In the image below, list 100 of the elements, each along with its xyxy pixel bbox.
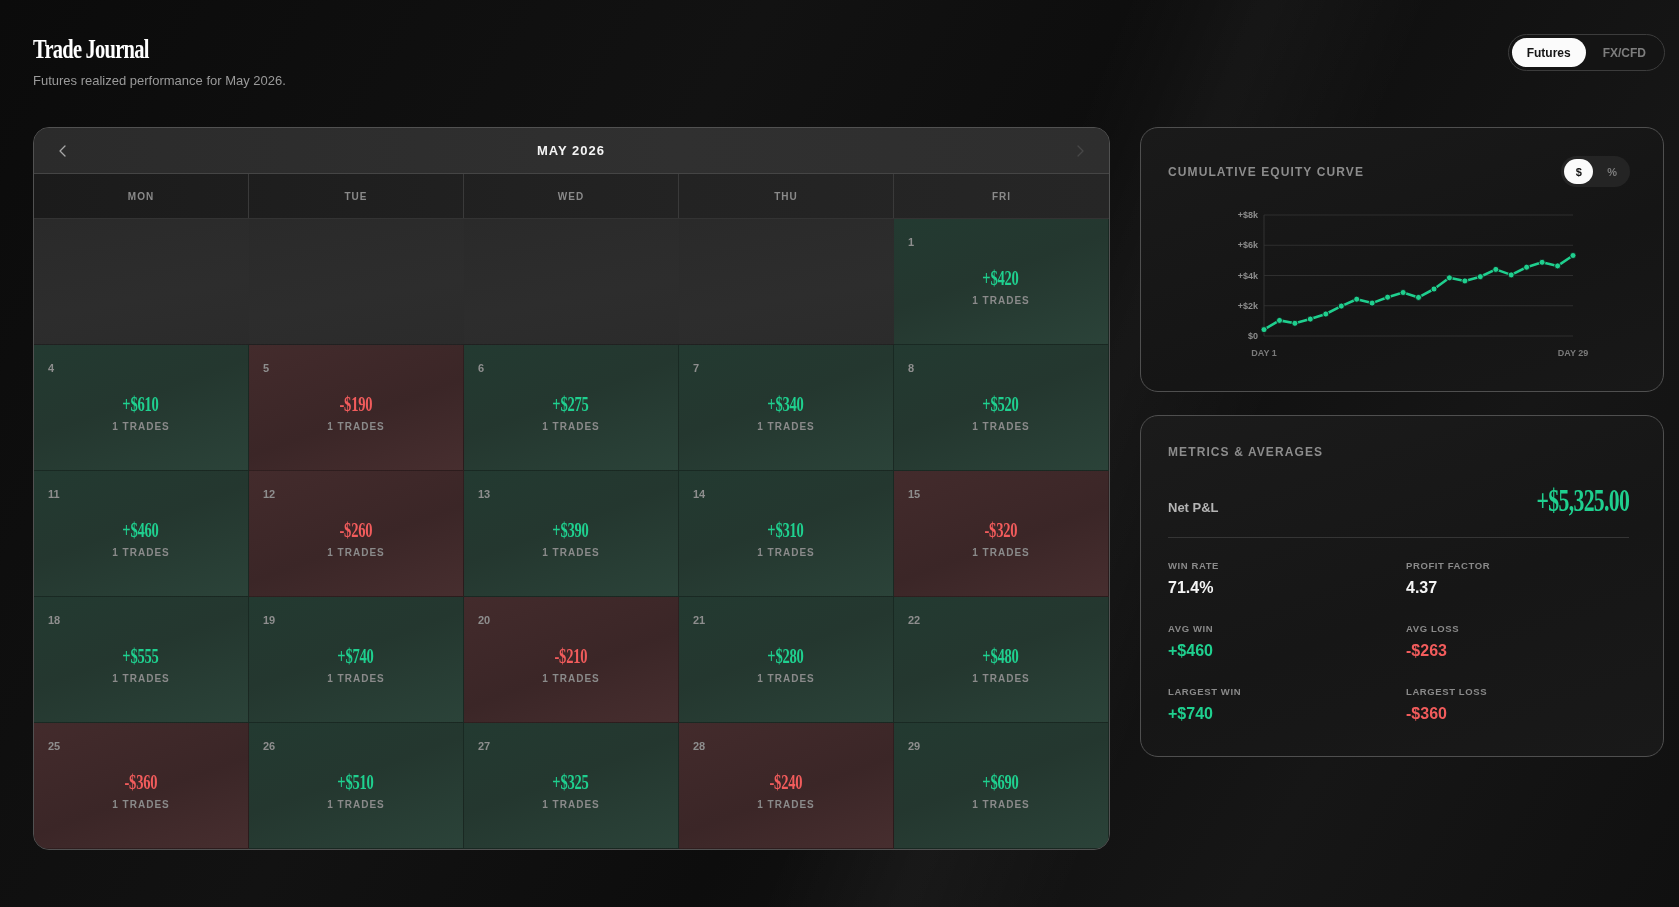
day-number: 6 (478, 362, 485, 375)
metric-label: Net P&L (1168, 499, 1219, 515)
data-point (1446, 274, 1453, 282)
pnl-amount: +$275 (552, 391, 590, 417)
day-number: 29 (908, 740, 921, 753)
pnl-amount: -$360 (124, 769, 158, 795)
metric-label: WIN RATE (1168, 560, 1220, 572)
axis-label: $0 (1248, 331, 1258, 341)
axis-label: +$4k (1237, 270, 1258, 281)
data-point (1538, 258, 1546, 266)
metric-value: +$740 (1168, 704, 1213, 724)
trade-count: 1 TRADES (542, 421, 600, 433)
metric-label: AVG LOSS (1406, 623, 1460, 635)
day-number: 11 (48, 488, 60, 501)
pnl-amount: +$420 (982, 265, 1020, 291)
day-number: 18 (48, 614, 61, 627)
trade-count: 1 TRADES (112, 673, 170, 685)
metric-value: -$263 (1406, 641, 1447, 661)
weekday-header: FRI (990, 189, 1013, 204)
axis-label: +$6k (1237, 240, 1258, 251)
day-number: 5 (263, 362, 270, 375)
data-point (1276, 317, 1283, 324)
data-point (1337, 302, 1345, 310)
data-point (1415, 294, 1422, 301)
pnl-amount: +$510 (337, 769, 375, 795)
axis-label: +$2k (1237, 300, 1258, 311)
pnl-amount: -$240 (769, 769, 803, 795)
data-point (1399, 289, 1407, 296)
app-title: Trade Journal (33, 34, 149, 64)
pnl-amount: +$520 (982, 391, 1020, 417)
metric-value: +$460 (1168, 641, 1213, 661)
unit-tab[interactable]: % (1597, 159, 1627, 184)
pnl-amount: +$340 (767, 391, 805, 417)
trade-count: 1 TRADES (972, 547, 1030, 559)
day-number: 8 (908, 362, 915, 375)
data-point (1322, 310, 1330, 318)
day-number: 7 (693, 362, 700, 375)
data-point (1476, 273, 1484, 281)
day-number: 19 (263, 614, 276, 627)
trade-count: 1 TRADES (972, 421, 1030, 433)
pnl-amount: +$460 (122, 517, 160, 543)
trade-count: 1 TRADES (542, 799, 600, 811)
pnl-amount: +$740 (337, 643, 375, 669)
data-point (1306, 315, 1314, 323)
market-tab[interactable]: Futures (1511, 38, 1586, 67)
trade-count: 1 TRADES (112, 547, 170, 559)
weekday-header: THU (679, 174, 894, 218)
day-number: 13 (478, 488, 491, 501)
axis-label: DAY 1 (1251, 348, 1277, 358)
trade-count: 1 TRADES (972, 295, 1030, 307)
metric-label: AVG WIN (1168, 623, 1214, 635)
data-point (1384, 293, 1391, 301)
data-point (1368, 299, 1376, 307)
pnl-amount: -$190 (339, 391, 373, 417)
trade-count: 1 TRADES (327, 547, 385, 559)
data-point (1260, 326, 1268, 333)
market-tab[interactable]: FX/CFD (1587, 38, 1661, 67)
day-number: 25 (48, 740, 61, 753)
trade-count: 1 TRADES (757, 421, 815, 433)
chevron-left-icon (58, 144, 66, 157)
trade-count: 1 TRADES (972, 673, 1030, 685)
net-pnl-value: +$5,325.00 (1536, 481, 1629, 519)
data-point (1507, 271, 1515, 279)
trade-count: 1 TRADES (757, 547, 815, 559)
pnl-amount: +$610 (122, 391, 160, 417)
day-number: 28 (693, 740, 706, 753)
trade-count: 1 TRADES (327, 673, 385, 685)
pnl-amount: -$320 (984, 517, 1018, 543)
pnl-amount: -$210 (554, 643, 588, 669)
trade-count: 1 TRADES (542, 673, 600, 685)
day-number: 15 (908, 488, 921, 501)
trade-count: 1 TRADES (112, 421, 170, 433)
day-number: 1 (908, 236, 915, 249)
page-subtitle: Futures realized performance for May 2026. (33, 72, 286, 90)
pnl-amount: +$555 (122, 643, 160, 669)
month-title: MAY 2026 (537, 143, 605, 158)
weekday-header: WED (464, 174, 679, 218)
chevron-right-icon (1076, 144, 1084, 157)
trade-count: 1 TRADES (327, 421, 385, 433)
trade-count: 1 TRADES (542, 547, 600, 559)
data-point (1461, 277, 1469, 285)
day-number: 4 (48, 362, 55, 375)
trade-count: 1 TRADES (757, 673, 815, 685)
day-number: 12 (263, 488, 276, 501)
metric-value: 4.37 (1406, 578, 1438, 598)
unit-tab[interactable]: $ (1564, 159, 1594, 184)
data-point (1291, 319, 1299, 327)
pnl-amount: +$690 (982, 769, 1020, 795)
day-number: 27 (478, 740, 491, 753)
metric-value: -$360 (1406, 704, 1447, 724)
axis-label: DAY 29 (1557, 348, 1589, 358)
data-point (1569, 252, 1577, 259)
trade-count: 1 TRADES (327, 799, 385, 811)
pnl-amount: +$390 (552, 517, 590, 543)
data-point (1554, 262, 1561, 270)
pnl-amount: +$325 (552, 769, 590, 795)
data-point (1430, 285, 1438, 293)
trade-count: 1 TRADES (112, 799, 170, 811)
day-number: 21 (693, 614, 706, 627)
day-number: 26 (263, 740, 276, 753)
